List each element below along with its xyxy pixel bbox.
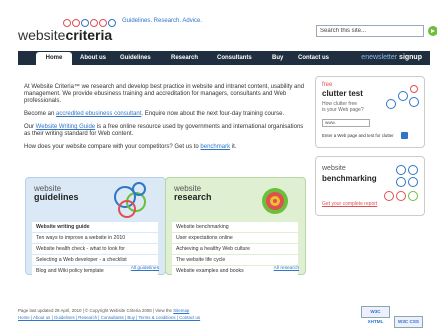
nav-buy[interactable]: Buy bbox=[272, 51, 283, 65]
guidelines-panel: website guidelines Website writing guide… bbox=[25, 177, 166, 276]
accreditation-paragraph: Become an accredited ebusiness consultan… bbox=[24, 111, 310, 118]
benchmark-paragraph: How does your website compare with your … bbox=[24, 144, 310, 151]
benchmarking-box: website benchmarking Get your complete r… bbox=[315, 156, 425, 216]
writing-guide-paragraph: Our Website Writing Guide is a free onli… bbox=[24, 124, 310, 138]
guidelines-title: website guidelines bbox=[34, 184, 79, 202]
clutter-title: clutter test bbox=[322, 89, 363, 98]
list-item[interactable]: Website benchmarking bbox=[172, 222, 298, 232]
logo-light: website bbox=[18, 27, 66, 43]
nav-guidelines[interactable]: Guidelines bbox=[120, 51, 151, 65]
signup-light: enewsletter bbox=[361, 54, 398, 61]
text: . Enquire now about the next four-day tr… bbox=[141, 111, 285, 117]
bench-title: benchmarking bbox=[322, 174, 377, 183]
logo-bold: criteria bbox=[65, 27, 113, 43]
footer-links[interactable]: Home | About us | Guidelines | Research … bbox=[18, 314, 298, 321]
footer-line-1: Page last updated 29 April, 2010 | © Cop… bbox=[18, 307, 298, 314]
research-panel: website research Website benchmarking Us… bbox=[165, 177, 306, 276]
main-nav: Home About us Guidelines Research Consul… bbox=[18, 51, 430, 65]
clutter-instructions: Enter a Web page and test for clutter bbox=[322, 133, 394, 138]
nav-research[interactable]: Research bbox=[171, 51, 198, 65]
list-item[interactable]: Website writing guide bbox=[32, 222, 158, 232]
clutter-submit-button[interactable] bbox=[401, 132, 408, 139]
list-item[interactable]: Ten ways to improve a website in 2010 bbox=[32, 233, 158, 243]
text: Our bbox=[24, 124, 36, 130]
text: How does your website compare with your … bbox=[24, 144, 201, 150]
nav-home[interactable]: Home bbox=[36, 52, 72, 65]
bench-small: website bbox=[322, 165, 346, 172]
text: Page last updated 29 April, 2010 | © Cop… bbox=[18, 308, 174, 313]
benchmark-report-link[interactable]: Get your complete report bbox=[322, 201, 377, 207]
css-badge[interactable]: W3C CSS bbox=[394, 316, 423, 328]
list-item[interactable]: User expectations online bbox=[172, 233, 298, 243]
title-bold: research bbox=[174, 192, 212, 202]
research-title: website research bbox=[174, 184, 212, 202]
site-logo[interactable]: websitecriteria bbox=[18, 27, 112, 43]
text: Become an bbox=[24, 111, 57, 117]
tagline: Guidelines. Research. Advice. bbox=[122, 18, 203, 24]
benchmark-link[interactable]: benchmark bbox=[200, 144, 230, 150]
nav-contact-us[interactable]: Contact us bbox=[298, 51, 329, 65]
footer: Page last updated 29 April, 2010 | © Cop… bbox=[18, 307, 298, 321]
validation-badges: W3C XHTML W3C CSS bbox=[357, 306, 423, 328]
intro-paragraph: At Website Criteria™ we research and dev… bbox=[24, 84, 305, 104]
nav-about-us[interactable]: About us bbox=[80, 51, 106, 65]
list-item[interactable]: Achieving a healthy Web culture bbox=[172, 244, 298, 254]
enewsletter-signup-link[interactable]: enewsletter signup bbox=[361, 51, 422, 65]
footer-nav-links[interactable]: Home | About us | Guidelines | Research … bbox=[18, 315, 200, 320]
clutter-url-input[interactable]: www. bbox=[322, 119, 370, 127]
page: websitecriteria Guidelines. Research. Ad… bbox=[0, 0, 437, 329]
writing-guide-link[interactable]: Website Writing Guide bbox=[36, 124, 95, 130]
signup-bold: signup bbox=[399, 54, 422, 61]
clutter-sub-2: is your Web page? bbox=[322, 107, 364, 113]
title-bold: guidelines bbox=[34, 192, 79, 202]
search-input[interactable] bbox=[316, 25, 424, 37]
list-item[interactable]: The website life cycle bbox=[172, 255, 298, 265]
clutter-small: free bbox=[322, 82, 333, 88]
nav-consultants[interactable]: Consultants bbox=[217, 51, 252, 65]
clutter-test-box: free clutter test How clutter free is yo… bbox=[315, 76, 425, 148]
search-go-button[interactable] bbox=[428, 26, 437, 36]
text: it. bbox=[230, 144, 237, 150]
xhtml-badge[interactable]: W3C XHTML bbox=[361, 306, 390, 324]
accredited-consultant-link[interactable]: accredited ebusiness consultant bbox=[56, 111, 141, 117]
sitemap-link[interactable]: Sitemap bbox=[173, 308, 189, 313]
list-item[interactable]: Website health check - what to look for bbox=[32, 244, 158, 254]
all-research-link[interactable]: All research bbox=[274, 266, 299, 271]
intro-content: At Website Criteria™ we research and dev… bbox=[24, 84, 310, 157]
header: websitecriteria Guidelines. Research. Ad… bbox=[18, 18, 437, 50]
list-item[interactable]: Selecting a Web developer - a checklist bbox=[32, 255, 158, 265]
all-guidelines-link[interactable]: All guidelines bbox=[131, 266, 159, 271]
